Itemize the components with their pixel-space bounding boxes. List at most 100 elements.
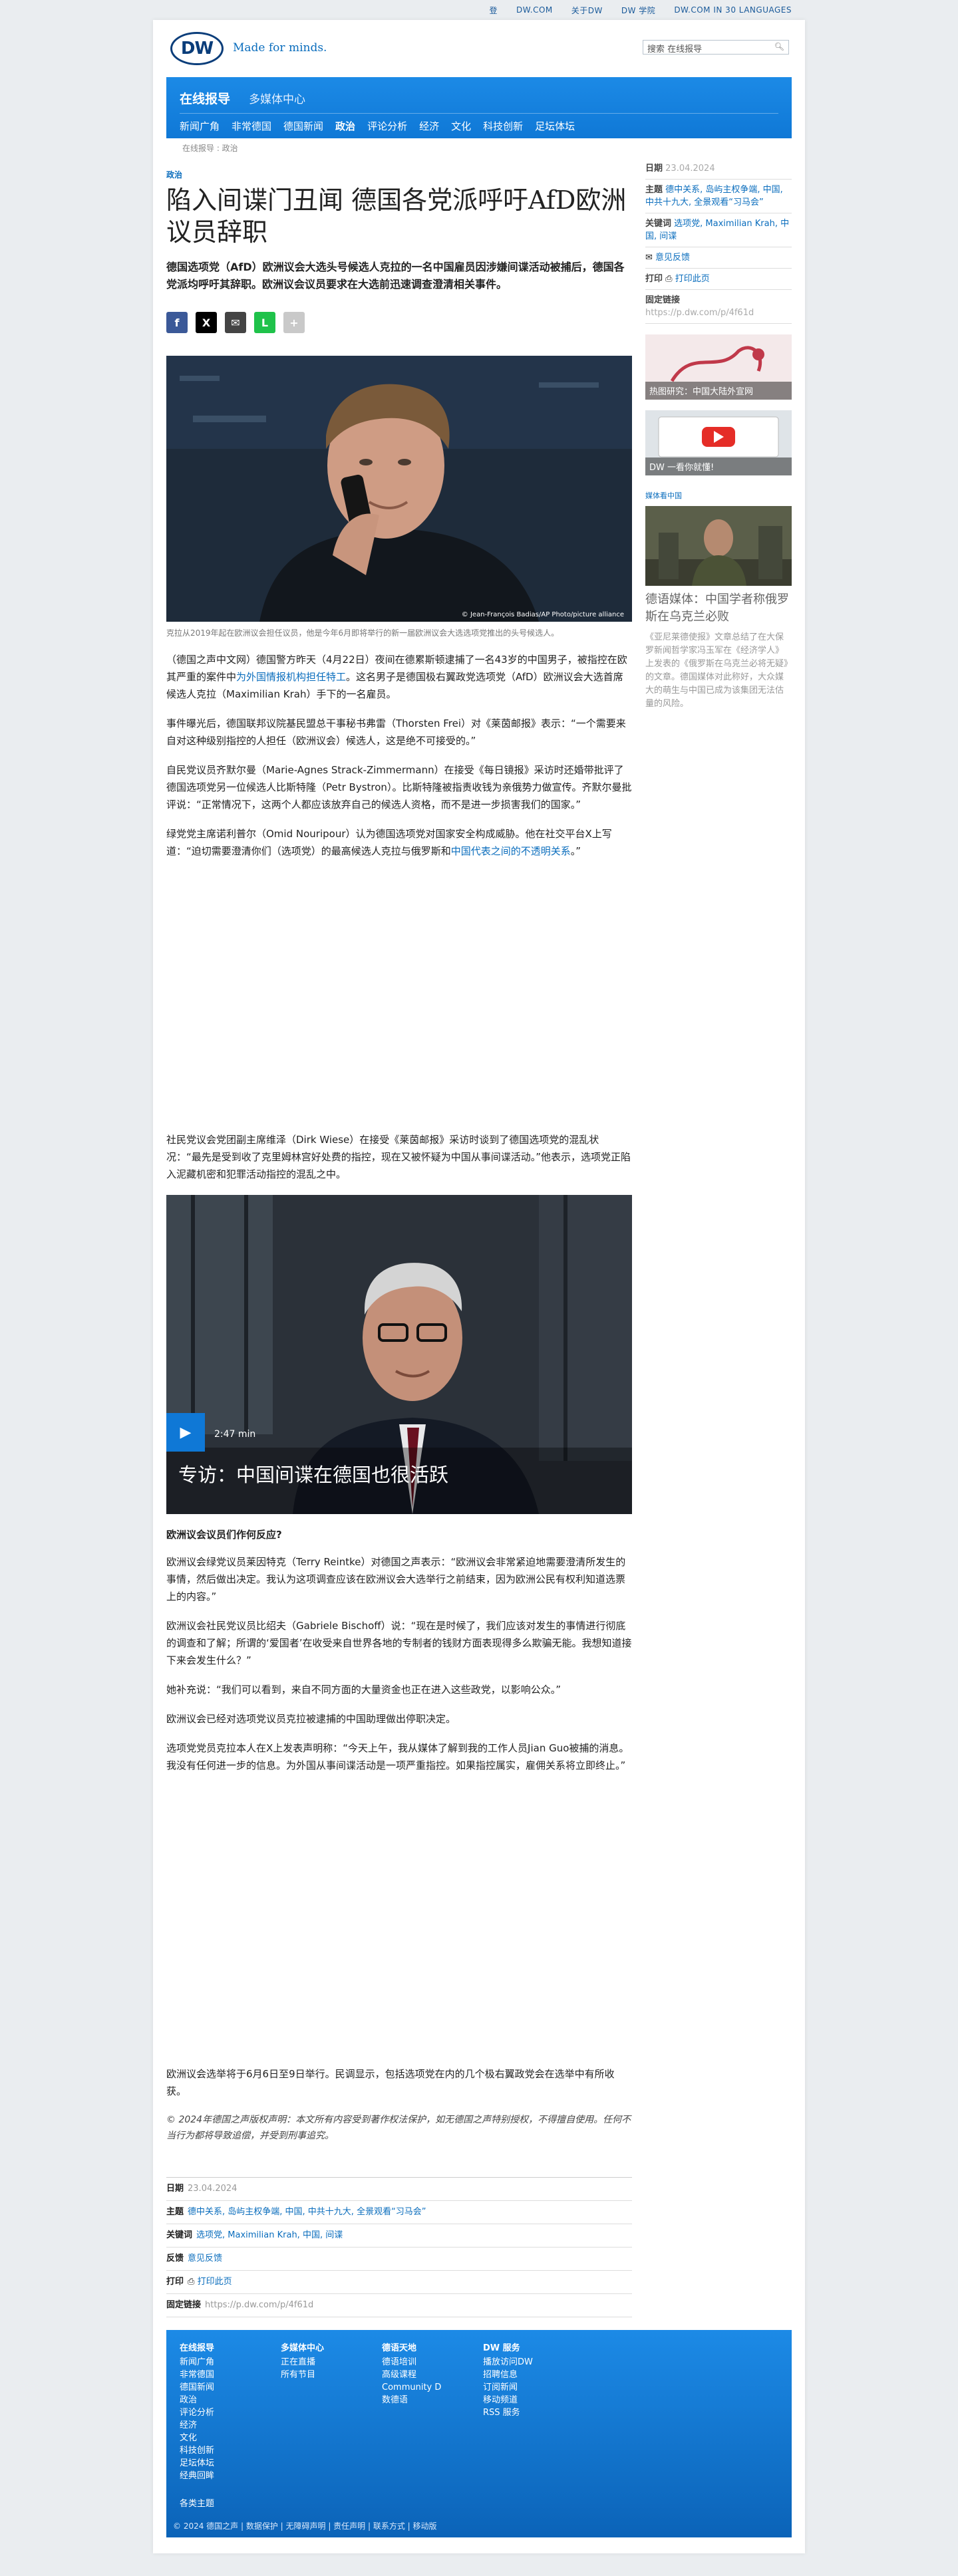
paragraph: 选项党党员克拉本人在X上发表声明称：“今天上午，我从媒体了解到我的工作人员Jia…: [166, 1742, 629, 1771]
footer-link[interactable]: 德语培训: [382, 2356, 441, 2369]
footer-link[interactable]: 所有节目: [281, 2369, 324, 2381]
sidebar-feedback: ✉ 意见反馈: [645, 247, 792, 269]
sidebar: 日期 23.04.2024 主题 德中关系, 岛屿主权争端, 中国, 中共十九大…: [645, 158, 792, 711]
nav-link[interactable]: 新闻广角: [180, 119, 220, 133]
paragraph: 事件曝光后，德国联邦议院基民盟总干事秘书弗雷（Thorsten Frei）对《莱…: [166, 717, 626, 747]
footer-link[interactable]: 数德语: [382, 2394, 441, 2406]
sidebar-feedback-link[interactable]: 意见反馈: [655, 253, 690, 263]
article-title: 陷入间谍门丑闻 德国各党派呼吁AfD欧洲议员辞职: [166, 186, 627, 247]
aside-section-kicker[interactable]: 媒体看中国: [645, 490, 792, 501]
inline-link[interactable]: 为外国情报机构担任特工: [236, 671, 346, 683]
permalink-value[interactable]: https://p.dw.com/p/4f61d: [205, 2300, 313, 2310]
footer-link[interactable]: 科技创新: [180, 2444, 214, 2457]
paragraph: 社民党议会党团副主席维泽（Dirk Wiese）在接受《莱茵邮报》采访时谈到了德…: [166, 1134, 631, 1180]
inline-link[interactable]: 中国代表之间的不透明关系: [451, 845, 571, 857]
footer-link[interactable]: 播放访问DW: [483, 2356, 533, 2369]
footer-link[interactable]: 文化: [180, 2432, 214, 2444]
promo-label: 热图研究：中国大陆外宣网: [645, 382, 792, 400]
paragraph: 欧洲议会绿党议员莱因特克（Terry Reintke）对德国之声表示：“欧洲议会…: [166, 1556, 626, 1603]
play-icon[interactable]: ▶: [166, 1413, 205, 1452]
keyword-links[interactable]: 选项党, Maximilian Krah, 中国, 间谍: [196, 2230, 343, 2240]
ad-space: [166, 1786, 632, 2065]
hero-image: © Jean-François Badias/AP Photo/picture …: [166, 356, 632, 622]
info-permalink: 固定链接 https://p.dw.com/p/4f61d: [166, 2294, 632, 2317]
nav-title[interactable]: 在线报导: [180, 92, 230, 106]
copyright-notice: © 2024年德国之声版权声明：本文所有内容受到著作权法保护，如无德国之声特别授…: [166, 2115, 631, 2141]
sidebar-print: 打印 ⎙ 打印此页: [645, 269, 792, 290]
x-icon[interactable]: X: [196, 312, 217, 333]
aside-teaser-image[interactable]: [645, 506, 792, 586]
topbar-link-dwcom[interactable]: DW.COM: [516, 5, 553, 15]
print-icon[interactable]: ⎙: [665, 274, 675, 284]
video-title[interactable]: 专访：中国间谍在德国也很活跃: [178, 1460, 448, 1487]
footer-link[interactable]: 非常德国: [180, 2369, 214, 2381]
main-navigation: 在线报导 多媒体中心 新闻广角 非常德国 德国新闻 政治 评论分析 经济 文化 …: [166, 77, 792, 138]
print-link[interactable]: 打印此页: [198, 2277, 232, 2287]
paragraph: 欧洲议会社民党议员比绍夫（Gabriele Bischoff）说：“现在是时候了…: [166, 1620, 632, 1666]
sidebar-topics: 主题 德中关系, 岛屿主权争端, 中国, 中共十九大, 全景观看“习马会”: [645, 180, 792, 213]
breadcrumb[interactable]: 在线报导 : 政治: [182, 142, 238, 154]
teaser-photo: [645, 506, 792, 586]
search-input[interactable]: 搜索 在线报导 🔍︎: [643, 40, 789, 55]
mail-icon: ✉: [645, 253, 656, 263]
footer-link[interactable]: 评论分析: [180, 2406, 214, 2419]
sidebar-print-link[interactable]: 打印此页: [675, 274, 710, 284]
plus-icon[interactable]: +: [283, 312, 305, 333]
sidebar-topics-links[interactable]: 德中关系, 岛屿主权争端, 中国, 中共十九大, 全景观看“习马会”: [645, 185, 783, 207]
share-bar: f X ✉ L +: [166, 312, 632, 333]
footer-link[interactable]: 足坛体坛: [180, 2457, 214, 2470]
facebook-icon[interactable]: f: [166, 312, 188, 333]
sidebar-permalink: 固定链接 https://p.dw.com/p/4f61d: [645, 290, 792, 324]
search-icon[interactable]: 🔍︎: [774, 42, 784, 51]
info-date: 日期 23.04.2024: [166, 2178, 632, 2201]
footer-link[interactable]: 正在直播: [281, 2356, 324, 2369]
print-icon[interactable]: ⎙: [188, 2277, 198, 2287]
sidebar-keywords: 关键词 选项党, Maximilian Krah, 中国, 间谍: [645, 213, 792, 247]
nav-link-active[interactable]: 政治: [335, 119, 355, 133]
aside-teaser-headline[interactable]: 德语媒体：中国学者称俄罗斯在乌克兰必败: [645, 591, 792, 626]
footer-link[interactable]: 订阅新闻: [483, 2381, 533, 2394]
mail-icon[interactable]: ✉: [225, 312, 246, 333]
promo-banner-youtube[interactable]: DW 一看你就懂!: [645, 410, 792, 475]
topbar-link-languages[interactable]: DW.COM IN 30 LANGUAGES: [674, 5, 792, 15]
footer-link[interactable]: 政治: [180, 2394, 214, 2406]
footer-link[interactable]: 德国新闻: [180, 2381, 214, 2394]
topics-links[interactable]: 德中关系, 岛屿主权争端, 中国, 中共十九大, 全景观看“习马会”: [188, 2207, 426, 2217]
nav-link[interactable]: 非常德国: [232, 119, 271, 133]
article-kicker[interactable]: 政治: [166, 169, 632, 180]
footer-col-german: 德语天地 德语培训 高级课程 Community D 数德语: [382, 2343, 442, 2406]
nav-link[interactable]: 经济: [419, 119, 439, 133]
nav-link[interactable]: 科技创新: [483, 119, 523, 133]
video-duration: 2:47 min: [214, 1429, 256, 1440]
nav-link[interactable]: 评论分析: [367, 119, 407, 133]
paragraph: 她补充说：“我们可以看到，来自不同方面的大量资金也正在进入这些政党，以影响公众。…: [166, 1684, 561, 1696]
footer-link[interactable]: 招聘信息: [483, 2369, 533, 2381]
feedback-link[interactable]: 意见反馈: [188, 2254, 222, 2263]
paragraph: 欧洲议会已经对选项党议员克拉被逮捕的中国助理做出停职决定。: [166, 1713, 456, 1725]
footer-col-service: DW 服务 播放访问DW 招聘信息 订阅新闻 移动频道 RSS 服务: [483, 2343, 533, 2419]
topbar-link-about[interactable]: 关于DW: [571, 5, 603, 16]
topbar-link-academy[interactable]: DW 学院: [621, 5, 655, 16]
footer-link[interactable]: 新闻广角: [180, 2356, 214, 2369]
footer-link[interactable]: RSS 服务: [483, 2406, 533, 2419]
video-player[interactable]: ▶ 2:47 min 专访：中国间谍在德国也很活跃: [166, 1195, 632, 1514]
footer-legal-links[interactable]: © 2024 德国之声 | 数据保护 | 无障碍声明 | 责任声明 | 联系方式…: [173, 2520, 437, 2531]
footer-link[interactable]: Community D: [382, 2381, 441, 2394]
info-keywords: 关键词 选项党, Maximilian Krah, 中国, 间谍: [166, 2224, 632, 2248]
footer-link[interactable]: 经典回眸: [180, 2470, 214, 2482]
nav-subtitle[interactable]: 多媒体中心: [249, 93, 305, 106]
footer-all-topics[interactable]: 各类主题: [180, 2496, 214, 2509]
dw-logo[interactable]: DW: [170, 32, 224, 65]
footer: 在线报导 新闻广角 非常德国 德国新闻 政治 评论分析 经济 文化 科技创新 足…: [166, 2330, 792, 2537]
topbar-link-login[interactable]: 登: [490, 5, 498, 16]
nav-link[interactable]: 文化: [451, 119, 471, 133]
nav-link[interactable]: 足坛体坛: [535, 119, 575, 133]
paragraph: 自民党议员齐默尔曼（Marie-Agnes Strack-Zimmermann）…: [166, 764, 632, 811]
promo-banner-propaganda[interactable]: 热图研究：中国大陆外宣网: [645, 334, 792, 400]
footer-link[interactable]: 经济: [180, 2419, 214, 2432]
line-icon[interactable]: L: [254, 312, 275, 333]
footer-link[interactable]: 高级课程: [382, 2369, 441, 2381]
top-utility-bar: 登 DW.COM 关于DW DW 学院 DW.COM IN 30 LANGUAG…: [0, 0, 958, 20]
footer-link[interactable]: 移动频道: [483, 2394, 533, 2406]
nav-link[interactable]: 德国新闻: [283, 119, 323, 133]
